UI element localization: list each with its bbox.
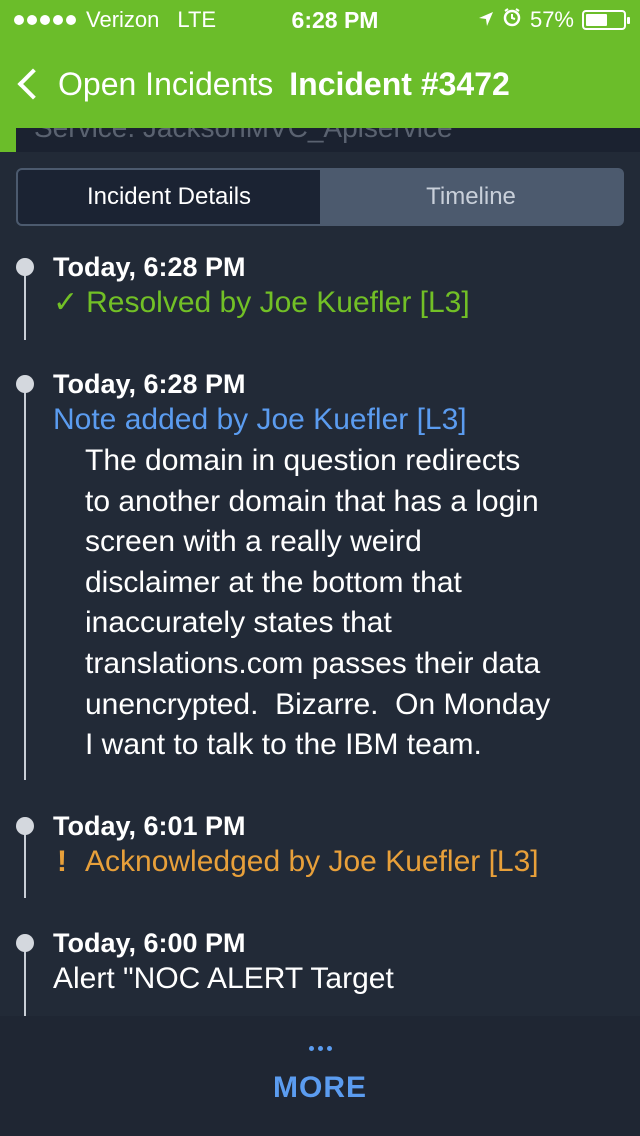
battery-percent: 57% [529, 7, 574, 32]
battery-fill [586, 14, 607, 26]
chevron-left-icon [17, 68, 49, 100]
status-left: Verizon LTE [14, 7, 264, 33]
back-button[interactable]: Open Incidents [14, 66, 273, 103]
entry-event: Note added by Joe Kuefler [L3] [53, 403, 467, 436]
timeline-dot [16, 934, 34, 952]
back-label: Open Incidents [58, 65, 274, 102]
entry-event: ✓ Resolved by Joe Kuefler [L3] [53, 284, 630, 322]
tab-segmented-control: Incident Details Timeline [16, 168, 624, 226]
header-peek: Service: JacksonMVC_Apiservice [0, 128, 640, 152]
status-right: 57% [436, 7, 630, 33]
status-bar: Verizon LTE 6:28 PM 57% [0, 0, 640, 40]
timeline-entry: Today, 6:28 PM Note added by Joe Kuefler… [53, 367, 630, 766]
entry-event-text: Resolved by Joe Kuefler [L3] [86, 286, 470, 319]
more-label: MORE [273, 1071, 367, 1104]
service-label: Service: JacksonMVC_Apiservice [34, 128, 453, 144]
entry-event: Alert "NOC ALERT Target [53, 962, 394, 995]
entry-time: Today, 6:00 PM [53, 928, 246, 958]
timeline-connector [24, 826, 26, 898]
entry-event-text: Acknowledged by Joe Kuefler [L3] [85, 845, 539, 878]
timeline-entry: Today, 6:01 PM ! Acknowledged by Joe Kuef… [53, 809, 630, 881]
status-time: 6:28 PM [291, 6, 379, 33]
network-label: LTE [177, 7, 217, 32]
page-title: Incident #3472 [289, 65, 510, 102]
carrier-label: Verizon [86, 7, 160, 32]
entry-event: ! Acknowledged by Joe Kuefler [L3] [53, 843, 630, 881]
status-accent-bar [0, 128, 16, 152]
timeline-connector [24, 268, 26, 340]
tab-incident-details[interactable]: Incident Details [18, 170, 320, 224]
entry-time: Today, 6:28 PM [53, 369, 246, 399]
timeline-dot [16, 817, 34, 835]
location-arrow-icon [478, 7, 494, 33]
tab-timeline[interactable]: Timeline [320, 170, 622, 224]
note-body: The domain in question redirects to anot… [85, 444, 551, 762]
timeline-dot [16, 258, 34, 276]
check-icon: ✓ [53, 286, 79, 319]
timeline-connector [24, 384, 26, 780]
alarm-icon [502, 7, 522, 33]
battery-icon [582, 10, 630, 30]
ellipsis-icon [308, 1046, 332, 1051]
entry-time: Today, 6:28 PM [53, 252, 246, 282]
timeline-entry: Today, 6:00 PM Alert "NOC ALERT Target [53, 926, 630, 998]
more-button[interactable]: MORE [0, 1016, 640, 1136]
timeline-dot [16, 375, 34, 393]
signal-dots-icon [14, 15, 76, 25]
entry-time: Today, 6:01 PM [53, 811, 246, 841]
timeline-entry: Today, 6:28 PM ✓ Resolved by Joe Kuefler … [53, 250, 630, 322]
navigation-bar: Open Incidents Incident #3472 [0, 40, 640, 128]
timeline-connector [24, 943, 26, 1023]
exclamation-icon: ! [57, 845, 67, 878]
